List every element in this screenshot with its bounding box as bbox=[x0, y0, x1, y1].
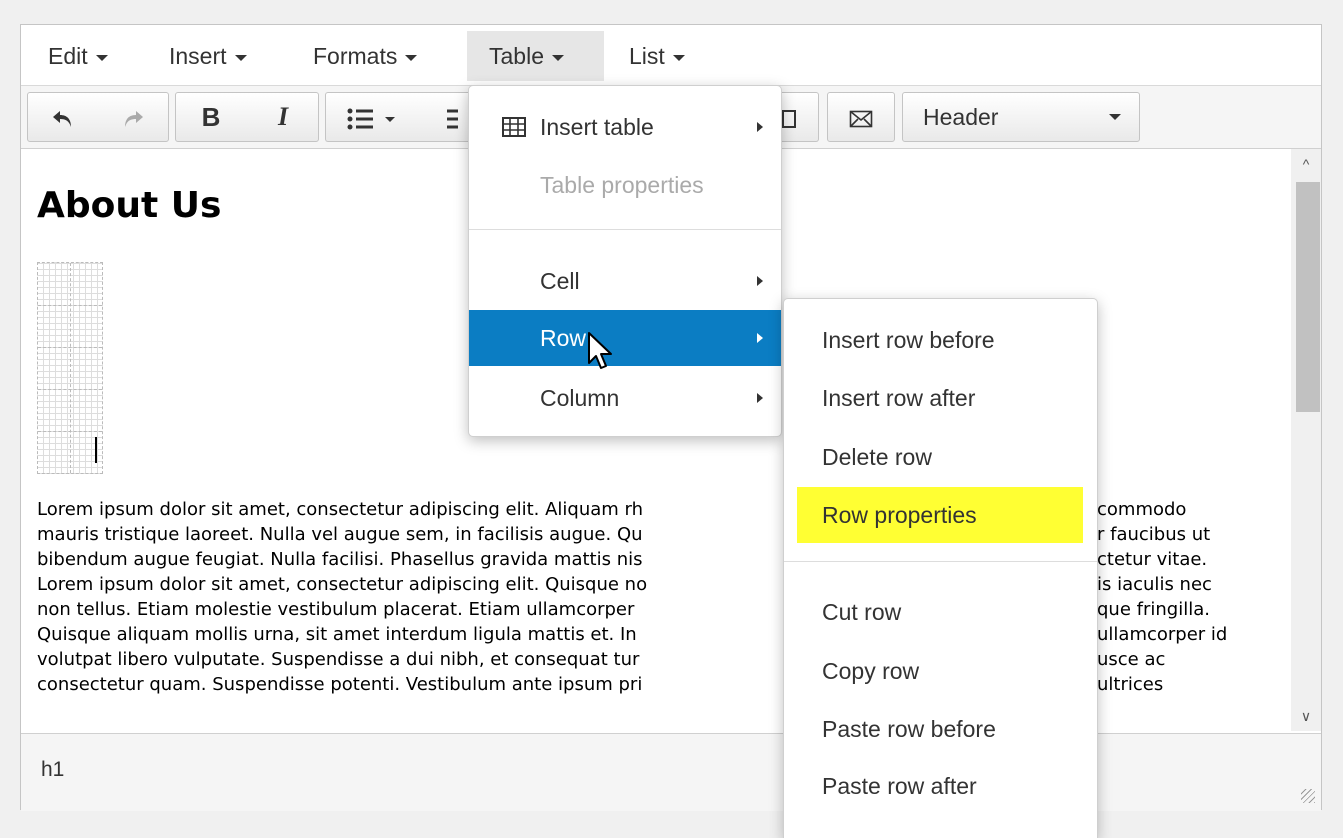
header-select-value: Header bbox=[923, 104, 999, 130]
menu-insert-label: Insert bbox=[169, 43, 227, 69]
paragraph-line-tail: ultrices bbox=[1097, 674, 1164, 695]
menu-edit[interactable]: Edit bbox=[48, 31, 108, 81]
element-path[interactable]: h1 bbox=[41, 758, 64, 782]
paragraph-line-text: mauris tristique laoreet. Nulla vel augu… bbox=[37, 524, 643, 545]
scroll-down-icon[interactable]: ∨ bbox=[1291, 701, 1321, 731]
menu-item-insert-row-before[interactable]: Insert row before bbox=[784, 312, 1097, 368]
resize-grip-icon[interactable] bbox=[1301, 789, 1315, 803]
history-group bbox=[27, 92, 169, 142]
menu-table-label: Table bbox=[489, 43, 544, 69]
list-group bbox=[325, 92, 485, 142]
menu-item-label: Cut row bbox=[822, 599, 902, 625]
menu-item-row-properties[interactable]: Row properties bbox=[784, 487, 1097, 543]
chevron-down-icon bbox=[1109, 114, 1121, 120]
undo-button[interactable] bbox=[28, 93, 98, 141]
menu-item-insert-table[interactable]: Insert table bbox=[469, 99, 781, 155]
menu-item-label: Delete row bbox=[822, 444, 932, 470]
chevron-down-icon bbox=[405, 54, 418, 61]
menu-formats[interactable]: Formats bbox=[313, 31, 418, 81]
menu-item-paste-row-before[interactable]: Paste row before bbox=[784, 701, 1097, 757]
menu-item-row[interactable]: Row bbox=[469, 310, 781, 366]
menu-item-label: Insert row after bbox=[822, 385, 976, 411]
mouse-pointer-icon bbox=[588, 332, 612, 369]
paragraph-line-tail: que fringilla. bbox=[1097, 599, 1210, 620]
chevron-down-icon bbox=[551, 54, 564, 61]
menu-item-label: Insert row before bbox=[822, 327, 995, 353]
menu-item-delete-row[interactable]: Delete row bbox=[784, 429, 1097, 485]
table-col-divider bbox=[70, 263, 71, 473]
paragraph-line-tail: usce ac bbox=[1097, 649, 1166, 670]
menu-item-label: Paste row before bbox=[822, 716, 996, 742]
chevron-right-icon bbox=[757, 333, 763, 343]
editor-table[interactable] bbox=[37, 262, 103, 474]
header-select[interactable]: Header bbox=[902, 92, 1140, 142]
menu-item-label: Insert table bbox=[540, 114, 654, 140]
status-bar: h1 bbox=[21, 733, 1321, 811]
chevron-right-icon bbox=[757, 122, 763, 132]
menu-item-label: Row properties bbox=[822, 502, 977, 528]
paragraph-line-tail: ctetur vitae. bbox=[1097, 549, 1208, 570]
menu-item-table-properties[interactable]: Table properties bbox=[469, 157, 781, 213]
menu-list-label: List bbox=[629, 43, 665, 69]
chevron-down-icon bbox=[672, 54, 685, 61]
menu-item-label: Copy row bbox=[822, 658, 920, 684]
menu-item-label: Row bbox=[540, 325, 587, 351]
table-menu: Insert table Table properties Cell Row C… bbox=[468, 85, 782, 437]
paragraph-line-text: consectetur quam. Suspendisse potenti. V… bbox=[37, 674, 643, 695]
paragraph-line-text: bibendum augue feugiat. Nulla facilisi. … bbox=[37, 549, 643, 570]
paragraph-line-text: Lorem ipsum dolor sit amet, consectetur … bbox=[37, 499, 644, 520]
envelope-icon bbox=[849, 110, 873, 128]
redo-icon bbox=[125, 111, 143, 128]
menu-insert[interactable]: Insert bbox=[169, 31, 247, 81]
numbered-list-icon bbox=[447, 109, 458, 129]
page-heading: About Us bbox=[37, 185, 222, 226]
bullet-list-icon bbox=[347, 108, 374, 130]
row-submenu: Insert row before Insert row after Delet… bbox=[783, 298, 1098, 838]
menu-item-paste-row-after[interactable]: Paste row after bbox=[784, 758, 1097, 814]
menu-item-column[interactable]: Column bbox=[469, 370, 781, 426]
menu-formats-label: Formats bbox=[313, 43, 398, 69]
menu-item-cell[interactable]: Cell bbox=[469, 253, 781, 309]
chevron-right-icon bbox=[757, 393, 763, 403]
undo-icon bbox=[53, 111, 71, 128]
menu-edit-label: Edit bbox=[48, 43, 88, 69]
image-icon bbox=[782, 110, 796, 129]
paragraph-line-tail: r faucibus ut bbox=[1097, 524, 1211, 545]
italic-button[interactable]: I bbox=[248, 93, 318, 141]
paragraph-line-tail: commodo bbox=[1097, 499, 1187, 520]
paragraph-line-text: Lorem ipsum dolor sit amet, consectetur … bbox=[37, 574, 648, 595]
format-group: B I bbox=[175, 92, 319, 142]
menu-item-label: Cell bbox=[540, 268, 580, 294]
menu-bar: Edit Insert Formats Table List bbox=[21, 25, 1321, 86]
chevron-down-icon bbox=[95, 54, 108, 61]
scroll-thumb[interactable] bbox=[1296, 182, 1320, 412]
paragraph-line-text: volutpat libero vulputate. Suspendisse a… bbox=[37, 649, 640, 670]
scroll-up-icon[interactable]: ^ bbox=[1291, 149, 1321, 179]
menu-table[interactable]: Table bbox=[467, 31, 604, 81]
chevron-down-icon bbox=[234, 54, 247, 61]
chevron-down-icon bbox=[384, 116, 395, 122]
menu-item-cut-row[interactable]: Cut row bbox=[784, 584, 1097, 640]
menu-list[interactable]: List bbox=[629, 31, 685, 81]
menu-divider bbox=[784, 561, 1097, 562]
paragraph-line-text: Quisque aliquam mollis urna, sit amet in… bbox=[37, 624, 637, 645]
redo-button[interactable] bbox=[98, 93, 168, 141]
paragraph-line-tail: ullamcorper id bbox=[1097, 624, 1228, 645]
table-grid-icon bbox=[502, 117, 526, 137]
menu-item-label: Paste row after bbox=[822, 773, 977, 799]
menu-item-copy-row[interactable]: Copy row bbox=[784, 643, 1097, 699]
menu-item-insert-row-after[interactable]: Insert row after bbox=[784, 370, 1097, 426]
menu-item-label: Column bbox=[540, 385, 620, 411]
chevron-right-icon bbox=[757, 276, 763, 286]
vertical-scrollbar[interactable]: ^ ∨ bbox=[1291, 149, 1321, 731]
bold-button[interactable]: B bbox=[176, 93, 246, 141]
bullet-list-button[interactable] bbox=[326, 93, 416, 141]
menu-item-label: Table properties bbox=[540, 172, 704, 198]
paragraph-line-text: non tellus. Etiam molestie vestibulum pl… bbox=[37, 599, 635, 620]
email-group bbox=[827, 92, 895, 142]
email-button[interactable] bbox=[828, 93, 894, 141]
text-cursor bbox=[95, 437, 97, 463]
menu-divider bbox=[469, 229, 781, 230]
paragraph-line-tail: is iaculis nec bbox=[1097, 574, 1212, 595]
